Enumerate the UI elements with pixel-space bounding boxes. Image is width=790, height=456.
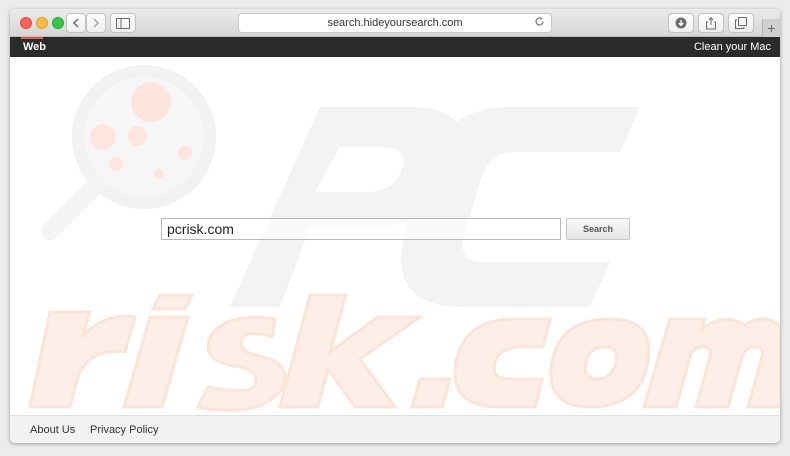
clean-your-mac-link[interactable]: Clean your Mac bbox=[694, 41, 771, 53]
zoom-window-button[interactable] bbox=[52, 17, 64, 29]
address-bar[interactable]: search.hideyoursearch.com bbox=[238, 13, 552, 33]
magnifier-logo bbox=[41, 65, 216, 240]
web-tab[interactable]: Web bbox=[23, 41, 46, 53]
forward-button[interactable] bbox=[86, 13, 106, 33]
back-arrow-icon bbox=[72, 18, 79, 28]
tabs-overview-icon bbox=[735, 17, 747, 29]
page-content: Search bbox=[10, 57, 780, 415]
browser-window: search.hideyoursearch.com + Web Clean yo… bbox=[10, 9, 780, 443]
site-top-nav: Web Clean your Mac bbox=[10, 37, 780, 57]
privacy-policy-link[interactable]: Privacy Policy bbox=[90, 424, 158, 436]
back-button[interactable] bbox=[66, 13, 86, 33]
search-button[interactable]: Search bbox=[566, 218, 630, 240]
share-icon bbox=[706, 16, 716, 29]
close-window-button[interactable] bbox=[20, 17, 32, 29]
search-input[interactable] bbox=[161, 218, 561, 240]
reload-icon[interactable] bbox=[534, 16, 545, 30]
footer: About Us Privacy Policy bbox=[10, 415, 780, 443]
about-us-link[interactable]: About Us bbox=[30, 424, 75, 436]
address-bar-url: search.hideyoursearch.com bbox=[327, 17, 463, 29]
sidebar-icon bbox=[116, 17, 130, 29]
browser-toolbar: search.hideyoursearch.com + bbox=[10, 9, 780, 37]
sidebar-button[interactable] bbox=[110, 13, 136, 33]
tabs-overview-button[interactable] bbox=[728, 13, 754, 33]
risk-watermark-letters bbox=[28, 293, 780, 412]
minimize-window-button[interactable] bbox=[36, 17, 48, 29]
share-button[interactable] bbox=[698, 13, 724, 33]
download-icon bbox=[675, 17, 687, 29]
pc-watermark-letters bbox=[230, 107, 640, 307]
web-tab-accent bbox=[21, 37, 43, 39]
forward-arrow-icon bbox=[93, 18, 100, 28]
new-tab-button[interactable]: + bbox=[762, 19, 780, 37]
downloads-button[interactable] bbox=[668, 13, 694, 33]
